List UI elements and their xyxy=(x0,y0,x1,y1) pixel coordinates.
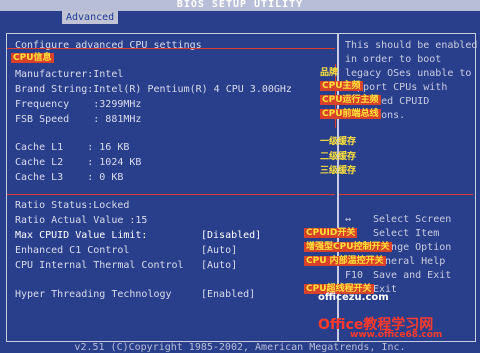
max-cpuid-label[interactable]: Max CPUID Value Limit: xyxy=(15,230,147,242)
enhanced-c1-value[interactable]: [Auto] xyxy=(201,245,237,257)
annotation-cpuid: CPUID开关 xyxy=(304,228,358,238)
ratio-actual-text: Ratio Actual Value :15 xyxy=(15,215,148,226)
tab-advanced[interactable]: Advanced xyxy=(62,11,119,24)
help-line-1: This should be enabled xyxy=(345,40,478,51)
watermark-url: www.office68.com xyxy=(350,330,443,340)
cpu-info-box xyxy=(7,64,336,128)
annotation-fsb: CPU前端总线 xyxy=(320,109,381,119)
annotation-thermal: CPU 内部温控开关 xyxy=(304,256,386,266)
cache-l3-text: Cache L3 : 0 KB xyxy=(15,172,124,183)
copyright-footer: v2.51 (C)Copyright 1985-2002, American M… xyxy=(74,342,406,353)
help-line-3: legacy OSes unable to xyxy=(345,68,472,79)
key-save-exit-key: F10 xyxy=(345,270,364,281)
annotation-l1: 一级缓存 xyxy=(320,137,357,147)
cache-l2-text: Cache L2 : 1024 KB xyxy=(15,157,142,168)
thermal-control-label[interactable]: CPU Internal Thermal Control xyxy=(15,260,184,272)
hyper-threading-label[interactable]: Hyper Threading Technology xyxy=(15,289,172,301)
panel-heading: Configure advanced CPU settings xyxy=(15,40,202,51)
annotation-l3: 三级缓存 xyxy=(320,166,357,176)
annotation-l2: 二级缓存 xyxy=(320,152,357,162)
annotation-cpu-freq: CPU主频 xyxy=(320,81,363,91)
hyper-threading-value[interactable]: [Enabled] xyxy=(201,289,255,301)
key-select-screen-key: ↔ xyxy=(345,214,352,225)
key-save-exit: Save and Exit xyxy=(373,270,452,281)
divider xyxy=(7,48,335,50)
help-line-2: in order to boot xyxy=(345,54,442,65)
annotation-brand: 品牌 xyxy=(320,68,339,78)
max-cpuid-value[interactable]: [Disabled] xyxy=(201,230,261,242)
cache-l1-text: Cache L1 : 16 KB xyxy=(15,142,130,153)
enhanced-c1-label[interactable]: Enhanced C1 Control xyxy=(15,245,129,257)
cpu-info-tag: CPU信息 xyxy=(11,53,54,63)
key-select-screen: Select Screen xyxy=(373,214,452,225)
thermal-control-value[interactable]: [Auto] xyxy=(201,260,237,272)
annotation-enhanced: 增强型CPU控制开关 xyxy=(304,242,392,252)
annotation-run-freq: CPU运行主频 xyxy=(320,95,381,105)
app-title: BIOS SETUP UTILITY xyxy=(176,0,304,10)
ratio-status-text: Ratio Status:Locked xyxy=(15,200,130,211)
officezu-watermark: officezu.com xyxy=(318,292,389,303)
key-select-item: Select Item xyxy=(373,228,440,239)
settings-panel: Configure advanced CPU settings CPU信息 Ma… xyxy=(6,33,338,342)
